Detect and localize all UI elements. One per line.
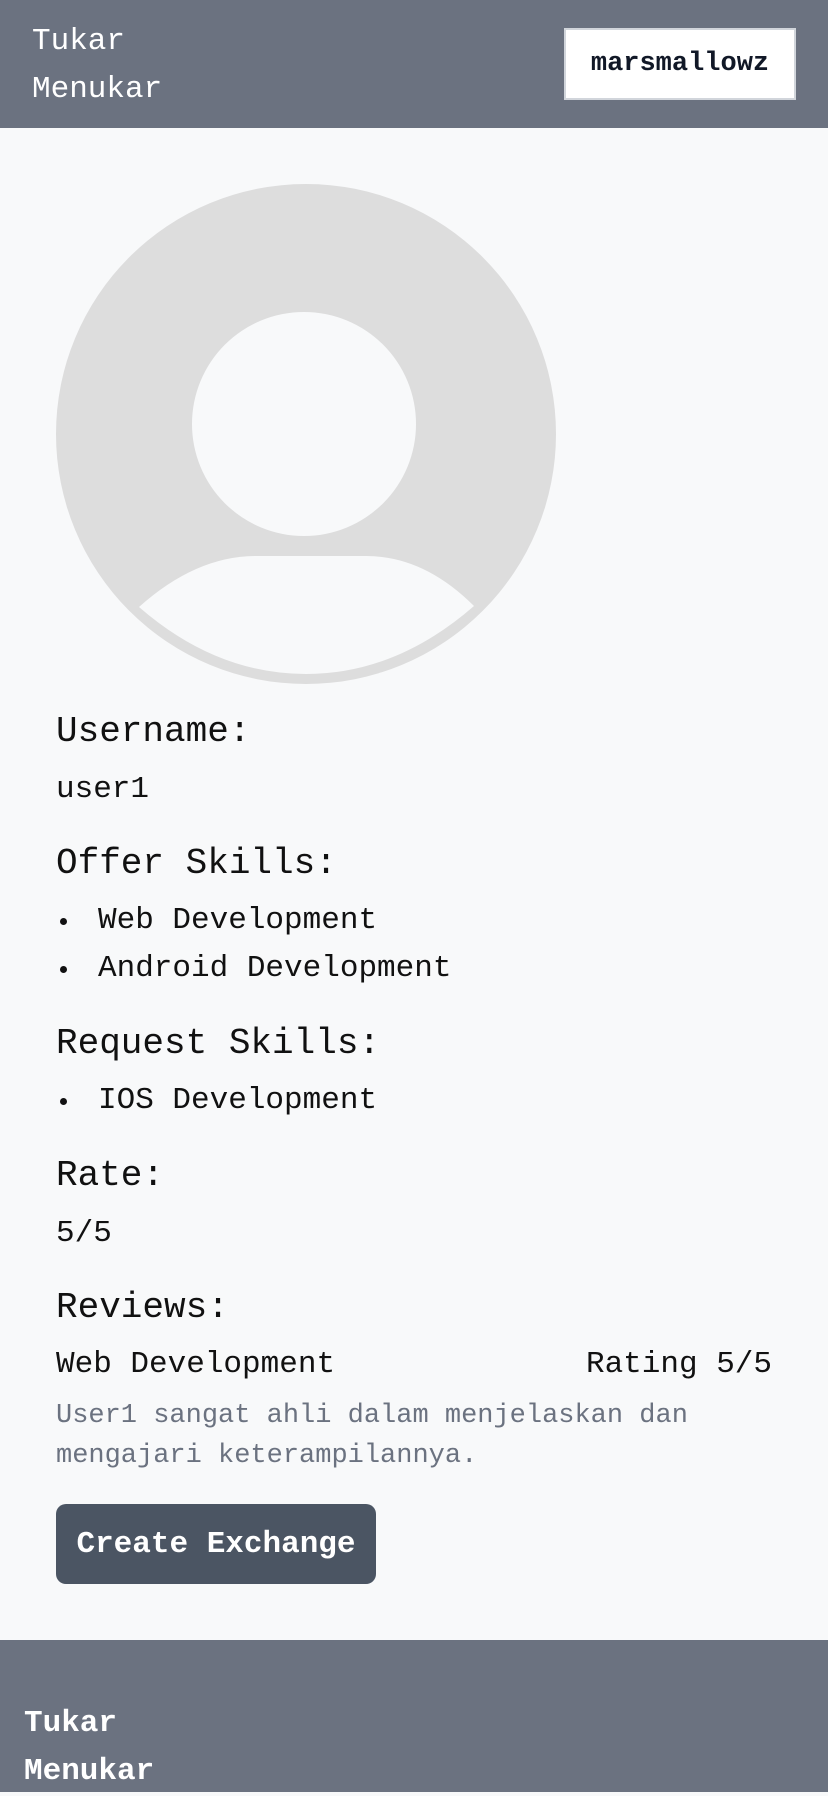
offer-skills-heading: Offer Skills: (56, 843, 337, 884)
brand-logo-text[interactable]: Tukar Menukar (32, 18, 232, 114)
reviews-heading: Reviews: (56, 1287, 229, 1328)
avatar-head (192, 312, 416, 536)
review-skill: Web Development (56, 1347, 336, 1382)
bullet-icon (60, 966, 67, 973)
request-skill-label: IOS Development (98, 1083, 378, 1118)
top-navbar: Tukar Menukar marsmallowz (0, 0, 828, 128)
footer: Tukar Menukar (0, 1640, 828, 1792)
review-text: User1 sangat ahli dalam menjelaskan dan … (56, 1401, 688, 1471)
bullet-icon (60, 1098, 67, 1105)
username-value: user1 (56, 772, 150, 807)
create-exchange-button[interactable]: Create Exchange (56, 1504, 376, 1584)
request-skill-item: IOS Development (56, 1077, 377, 1125)
user-avatar-icon (56, 184, 556, 684)
bullet-icon (60, 918, 67, 925)
user-menu-button[interactable]: marsmallowz (564, 28, 796, 100)
username-heading: Username: (56, 711, 251, 752)
rate-heading: Rate: (56, 1155, 165, 1196)
rate-value: 5/5 (56, 1216, 112, 1251)
offer-skills-list: Web Development Android Development (56, 897, 451, 993)
request-skills-list: IOS Development (56, 1077, 377, 1125)
offer-skill-item: Android Development (56, 945, 451, 993)
footer-brand-text[interactable]: Tukar Menukar (24, 1700, 224, 1796)
offer-skill-label: Web Development (98, 903, 378, 938)
offer-skill-item: Web Development (56, 897, 451, 945)
review-rating: Rating 5/5 (585, 1347, 772, 1382)
request-skills-heading: Request Skills: (56, 1023, 381, 1064)
offer-skill-label: Android Development (98, 951, 452, 986)
avatar-body (139, 556, 474, 674)
review-header: Web Development Rating 5/5 (56, 1343, 772, 1387)
